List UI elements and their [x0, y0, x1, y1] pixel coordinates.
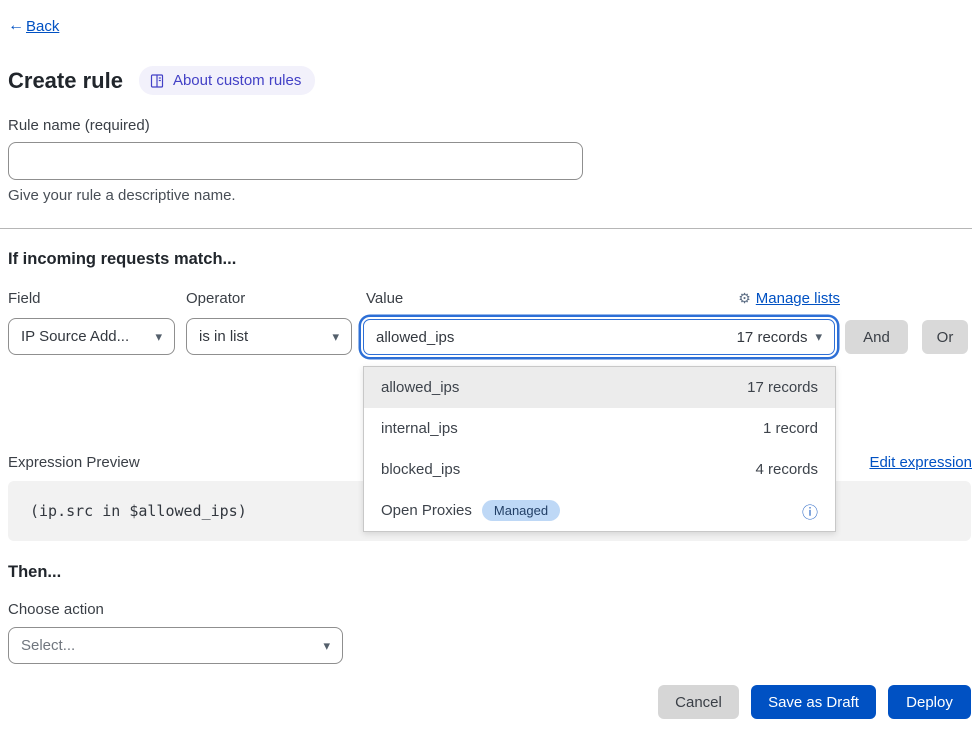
- list-option-allowed-ips[interactable]: allowed_ips 17 records: [364, 367, 835, 408]
- list-option-open-proxies[interactable]: Open Proxies Managed ⓘ: [364, 490, 835, 531]
- expression-preview-label: Expression Preview: [8, 454, 140, 471]
- field-label: Field: [8, 290, 41, 307]
- choose-action-label: Choose action: [8, 601, 104, 618]
- match-section-heading: If incoming requests match...: [8, 250, 236, 269]
- value-selected-name: allowed_ips: [376, 329, 454, 346]
- rule-name-input[interactable]: [8, 142, 583, 180]
- back-link-label: Back: [26, 18, 59, 35]
- info-icon[interactable]: ⓘ: [802, 499, 818, 523]
- list-option-name: internal_ips: [381, 420, 458, 437]
- gear-icon: ⚙: [738, 290, 751, 307]
- cancel-button[interactable]: Cancel: [658, 685, 739, 719]
- title-row: Create rule About custom rules: [8, 66, 315, 95]
- rule-name-helper-text: Give your rule a descriptive name.: [8, 187, 236, 204]
- page-title: Create rule: [8, 68, 123, 94]
- about-custom-rules-link[interactable]: About custom rules: [139, 66, 315, 95]
- then-section-heading: Then...: [8, 563, 61, 582]
- chevron-down-icon: ▾: [155, 329, 162, 345]
- or-button[interactable]: Or: [922, 320, 968, 354]
- edit-expression-link[interactable]: Edit expression: [869, 454, 972, 471]
- chevron-down-icon: ▾: [332, 329, 339, 345]
- manage-lists-link[interactable]: ⚙ Manage lists: [738, 290, 840, 307]
- list-option-count: 4 records: [755, 461, 818, 478]
- save-as-draft-button[interactable]: Save as Draft: [751, 685, 876, 719]
- list-dropdown-panel: allowed_ips 17 records internal_ips 1 re…: [363, 366, 836, 532]
- rule-name-label: Rule name (required): [8, 117, 150, 134]
- list-option-name: blocked_ips: [381, 461, 460, 478]
- list-option-name: Open Proxies: [381, 502, 472, 519]
- expression-code: (ip.src in $allowed_ips): [30, 502, 247, 520]
- create-rule-page: ← Back Create rule About custom rules Ru…: [0, 0, 979, 739]
- field-select[interactable]: IP Source Add... ▾: [8, 318, 175, 355]
- managed-badge: Managed: [482, 500, 560, 521]
- list-option-count: 17 records: [747, 379, 818, 396]
- value-combobox[interactable]: allowed_ips 17 records ▾: [363, 319, 835, 355]
- back-arrow-icon: ←: [8, 17, 24, 35]
- deploy-button[interactable]: Deploy: [888, 685, 971, 719]
- action-select[interactable]: Select... ▾: [8, 627, 343, 664]
- list-option-count: 1 record: [763, 420, 818, 437]
- field-select-value: IP Source Add...: [21, 328, 129, 345]
- action-select-placeholder: Select...: [21, 637, 75, 654]
- chevron-down-icon: ▾: [323, 638, 330, 654]
- and-button[interactable]: And: [845, 320, 908, 354]
- about-custom-rules-label: About custom rules: [173, 72, 301, 89]
- list-option-internal-ips[interactable]: internal_ips 1 record: [364, 408, 835, 449]
- list-option-name: allowed_ips: [381, 379, 459, 396]
- operator-select-value: is in list: [199, 328, 248, 345]
- back-link[interactable]: ← Back: [8, 17, 59, 35]
- manage-lists-label: Manage lists: [756, 290, 840, 307]
- book-icon: [149, 73, 165, 89]
- value-selected-count: 17 records: [737, 329, 808, 346]
- section-divider: [0, 228, 972, 229]
- operator-select[interactable]: is in list ▾: [186, 318, 352, 355]
- operator-label: Operator: [186, 290, 245, 307]
- chevron-down-icon: ▾: [815, 329, 822, 345]
- list-option-blocked-ips[interactable]: blocked_ips 4 records: [364, 449, 835, 490]
- value-label: Value: [366, 290, 403, 307]
